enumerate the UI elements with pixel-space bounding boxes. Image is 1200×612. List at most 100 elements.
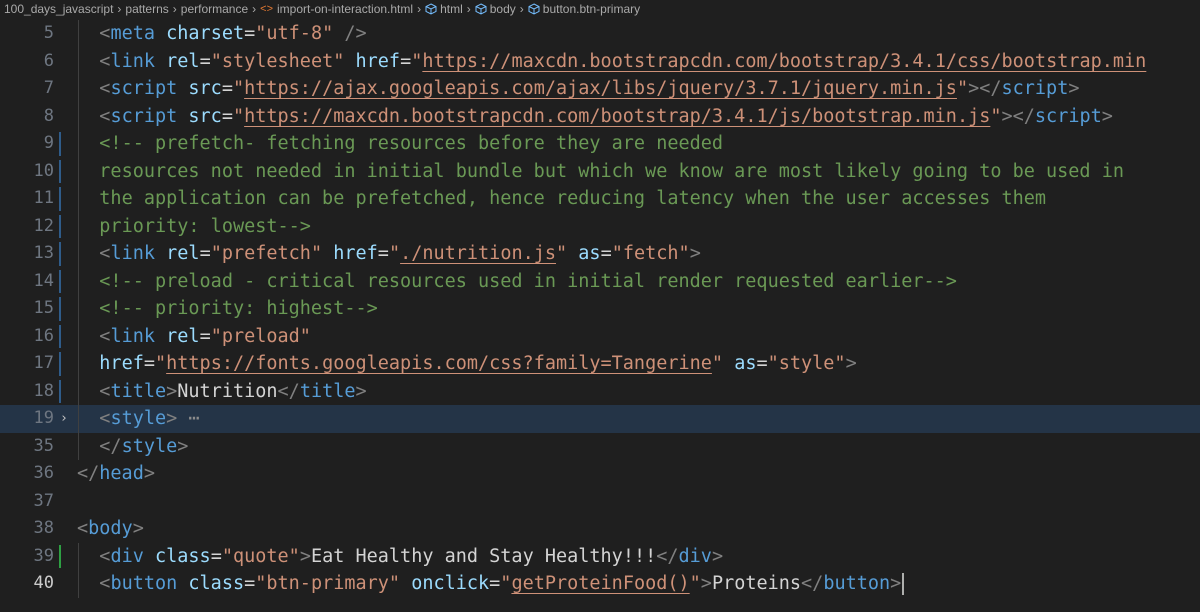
code-text: <button class="btn-primary" onclick="get… <box>99 570 905 598</box>
modified-line-marker[interactable] <box>59 187 61 211</box>
code-text: <body> <box>77 515 144 543</box>
code-token: Eat Healthy and Stay Healthy!!! <box>310 545 657 567</box>
code-token: < <box>99 78 111 99</box>
code-line[interactable]: 35 </style> <box>0 432 1200 460</box>
breadcrumb-item-root[interactable]: 100_days_javascript <box>4 2 113 16</box>
added-line-marker[interactable] <box>59 544 61 568</box>
code-token: the application can be prefetched, hence… <box>99 188 1047 209</box>
code-line[interactable]: 6 <link rel="stylesheet" href="https://ma… <box>0 47 1200 75</box>
code-line[interactable]: 37 <box>0 488 1200 516</box>
code-line[interactable]: 39 <div class="quote">Eat Healthy and Sta… <box>0 542 1200 571</box>
code-token: </ <box>77 463 100 484</box>
code-token: src <box>188 105 222 127</box>
modified-line-marker[interactable] <box>59 242 61 266</box>
line-number: 16 <box>33 325 54 346</box>
code-line[interactable]: 13 <link rel="prefetch" href="./nutrition… <box>0 240 1200 268</box>
code-token: "quote" <box>221 545 300 567</box>
code-line[interactable]: 12 priority: lowest--> <box>0 212 1200 240</box>
code-line[interactable]: 18 <title>Nutrition</title> <box>0 377 1200 405</box>
indent-guide <box>78 570 79 598</box>
code-token: > <box>711 545 724 567</box>
code-token: " <box>411 50 423 72</box>
code-line[interactable]: 9 <!-- prefetch- fetching resources befor… <box>0 130 1200 158</box>
code-token: > <box>1068 78 1080 99</box>
indent-guide <box>78 240 79 268</box>
chevron-right-icon: › <box>519 2 524 16</box>
code-token: meta <box>110 23 155 44</box>
line-number: 15 <box>33 298 54 318</box>
code-token: = <box>244 573 256 594</box>
code-token: = <box>756 353 768 374</box>
breadcrumb-item-patterns[interactable]: patterns <box>125 2 168 16</box>
code-line[interactable]: 14 <!-- preload - critical resources used… <box>0 267 1200 295</box>
code-token: > <box>177 435 189 457</box>
code-line[interactable]: 7 <script src="https://ajax.googleapis.co… <box>0 75 1200 103</box>
line-number: 40 <box>33 573 54 593</box>
breadcrumb-item-button[interactable]: button.btn-primary <box>543 2 640 16</box>
code-line[interactable]: 36 </head> <box>0 460 1200 488</box>
code-line[interactable]: 19 › <style> ⋯ <box>0 405 1200 433</box>
code-line[interactable]: 38 <body> <box>0 515 1200 543</box>
line-number: 14 <box>33 270 54 291</box>
breadcrumb-item-file[interactable]: import-on-interaction.html <box>277 2 413 16</box>
code-token: " <box>388 243 401 264</box>
fold-chevron-icon[interactable]: › <box>60 405 68 433</box>
modified-line-marker[interactable] <box>59 297 61 321</box>
modified-line-marker[interactable] <box>59 132 61 156</box>
code-token: href <box>355 50 401 72</box>
code-token: priority: lowest--> <box>99 215 311 237</box>
line-number: 36 <box>33 463 54 483</box>
code-token: > <box>689 243 701 264</box>
breadcrumb-item-performance[interactable]: performance <box>181 2 248 16</box>
code-token: > <box>1101 105 1113 127</box>
code-text: <div class="quote">Eat Healthy and Stay … <box>99 543 723 571</box>
code-token: " <box>155 353 167 374</box>
modified-line-marker[interactable] <box>59 324 61 348</box>
code-line[interactable]: 16 <link rel="preload" <box>0 322 1200 351</box>
code-token: script <box>110 78 178 99</box>
code-token: rel <box>166 50 200 72</box>
code-token: = <box>199 325 211 347</box>
chevron-right-icon: › <box>172 2 177 16</box>
code-token: > <box>845 353 857 374</box>
code-text: <!-- priority: highest--> <box>99 295 377 323</box>
breadcrumb-item-body[interactable]: body <box>490 2 516 16</box>
code-token: > <box>132 518 144 539</box>
line-number: 7 <box>43 78 54 98</box>
code-token: body <box>88 518 133 539</box>
code-token: < <box>99 408 111 429</box>
modified-line-marker[interactable] <box>59 352 61 376</box>
code-token: as <box>734 353 757 374</box>
modified-line-marker[interactable] <box>59 159 61 183</box>
code-token: "btn-primary" <box>255 573 401 594</box>
code-token: = <box>143 353 155 374</box>
modified-line-marker[interactable] <box>59 214 61 238</box>
code-token: = <box>210 545 222 567</box>
code-token: /> <box>344 23 367 44</box>
indent-guide <box>78 405 79 433</box>
code-line[interactable]: 11 the application can be prefetched, hen… <box>0 185 1200 213</box>
breadcrumb: 100_days_javascript › patterns › perform… <box>0 0 1200 18</box>
code-editor[interactable]: 5 <meta charset="utf-8" /> 6 <link rel="sty… <box>0 18 1200 612</box>
code-line[interactable]: 17 href="https://fonts.googleapis.com/css… <box>0 350 1200 378</box>
code-token: = <box>199 243 211 264</box>
code-line[interactable]: 15 <!-- priority: highest--> <box>0 295 1200 323</box>
code-token: "fetch" <box>611 243 690 264</box>
code-line[interactable]: 8 <script src="https://maxcdn.bootstrapcd… <box>0 102 1200 130</box>
indent-guide <box>78 322 79 350</box>
breadcrumb-item-html[interactable]: html <box>440 2 463 16</box>
code-line[interactable]: 10 resources not needed in initial bundle… <box>0 157 1200 185</box>
code-token: script <box>110 105 178 127</box>
modified-line-marker[interactable] <box>59 379 61 403</box>
modified-line-marker[interactable] <box>59 269 61 293</box>
code-token: > <box>143 463 155 484</box>
code-line[interactable]: 40 <button class="btn-primary" onclick="g… <box>0 570 1200 598</box>
indent-guide <box>78 267 79 295</box>
line-number: 12 <box>33 215 54 236</box>
indent-guide <box>78 102 79 130</box>
code-text: <link rel="preload" <box>99 323 311 351</box>
code-line[interactable]: 5 <meta charset="utf-8" /> <box>0 20 1200 48</box>
